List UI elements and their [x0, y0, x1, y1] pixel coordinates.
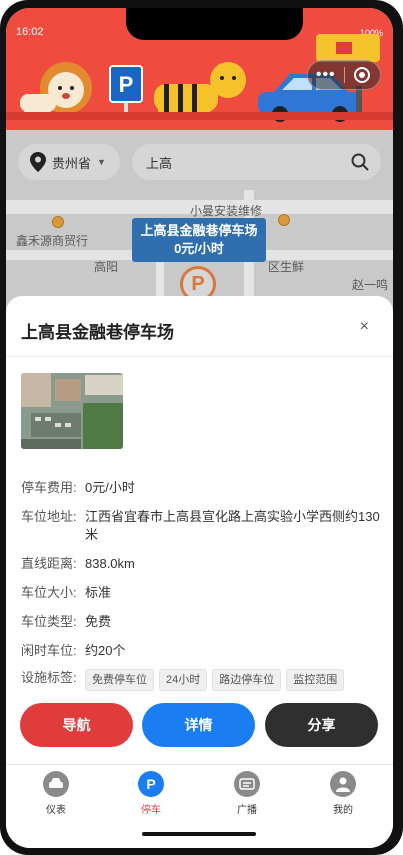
field-label: 车位类型: — [21, 614, 77, 629]
facility-tag: 监控范围 — [286, 669, 345, 691]
field-label: 闲时车位: — [21, 643, 77, 658]
map-label: 区生鲜 — [268, 260, 305, 274]
field-value: 约20个 — [85, 643, 126, 658]
parking-detail-sheet: 上高县金融巷停车场 × 停车费用: 0元/小时 车位地址: 江西省宜春市上高县宣… — [6, 296, 393, 766]
sheet-title: 上高县金融巷停车场 — [21, 323, 174, 342]
facility-tag: 路边停车位 — [212, 669, 282, 691]
search-input[interactable]: 上高 — [132, 144, 381, 180]
tab-label: 广播 — [237, 805, 257, 816]
facility-tag: 24小时 — [159, 669, 208, 691]
close-target-icon[interactable] — [345, 66, 381, 84]
map-poi-marker[interactable] — [278, 214, 290, 226]
more-menu-icon[interactable]: ••• — [308, 61, 344, 89]
tiger-icon — [154, 62, 246, 118]
dropdown-arrow-icon: ▼ — [97, 157, 106, 167]
phone-frame: 16:02 100% P ••• 小曼安装维修 鑫禾源商贸行 高阳 区生鲜 赵一… — [0, 0, 403, 855]
dashboard-icon — [43, 771, 69, 797]
map-label: 高阳 — [94, 260, 119, 274]
field-label: 直线距离: — [21, 556, 77, 571]
tab-profile[interactable]: 我的 — [313, 771, 373, 816]
tab-label: 停车 — [141, 805, 161, 816]
tab-parking[interactable]: P 停车 — [121, 771, 181, 816]
map-label: 赵一鸣 — [352, 278, 389, 292]
tab-broadcast[interactable]: 广播 — [217, 771, 277, 816]
field-label: 车位地址: — [21, 509, 77, 524]
field-label: 停车费用: — [21, 480, 77, 495]
field-value: 0元/小时 — [85, 480, 135, 495]
map-callout[interactable]: 上高县金融巷停车场 0元/小时 — [132, 218, 266, 262]
map-poi-marker[interactable] — [52, 216, 64, 228]
app-screen: 16:02 100% P ••• 小曼安装维修 鑫禾源商贸行 高阳 区生鲜 赵一… — [6, 8, 393, 848]
fee-row: 停车费用: 0元/小时 — [21, 479, 381, 497]
navigate-button[interactable]: 导航 — [20, 703, 133, 747]
tab-label: 仪表 — [46, 805, 66, 816]
address-row: 车位地址: 江西省宜春市上高县宣化路上高实验小学西侧约130米 — [21, 508, 381, 544]
search-query: 上高 — [146, 155, 173, 171]
share-button[interactable]: 分享 — [265, 703, 378, 747]
map-label: 鑫禾源商贸行 — [16, 234, 89, 248]
field-label: 设施标签: — [21, 670, 77, 685]
tab-dashboard[interactable]: 仪表 — [26, 771, 86, 816]
banner-ground — [6, 112, 393, 120]
province-label: 贵州省 — [52, 155, 92, 171]
size-row: 车位大小: 标准 — [21, 584, 381, 602]
distance-row: 直线距离: 838.0km — [21, 555, 381, 573]
device-notch — [126, 8, 303, 40]
location-pin-icon — [30, 152, 46, 172]
svg-text:P: P — [119, 72, 134, 97]
header-banner: 16:02 100% P ••• — [6, 8, 393, 130]
field-value: 标准 — [85, 585, 112, 600]
sheet-divider — [6, 356, 393, 357]
field-label: 车位大小: — [21, 585, 77, 600]
parking-icon: P — [138, 771, 164, 797]
callout-price: 0元/小时 — [174, 241, 224, 256]
search-icon[interactable] — [351, 153, 369, 171]
map-label: 小曼安装维修 — [190, 204, 263, 218]
callout-name: 上高县金融巷停车场 — [140, 223, 258, 238]
parking-lot-photo[interactable] — [21, 373, 123, 449]
province-selector[interactable]: 贵州省 ▼ — [18, 144, 120, 180]
lion-icon — [20, 62, 92, 116]
map-view[interactable]: 小曼安装维修 鑫禾源商贸行 高阳 区生鲜 赵一鸣 贵州省 ▼ 上高 上高县金融巷… — [6, 130, 393, 320]
facility-tag: 免费停车位 — [85, 669, 154, 691]
mini-program-capsule[interactable]: ••• — [307, 60, 381, 90]
search-bar: 贵州省 ▼ 上高 — [18, 144, 381, 180]
tags-row: 设施标签: 免费停车位 24小时 路边停车位 监控范围 — [21, 669, 381, 691]
tab-label: 我的 — [333, 805, 353, 816]
user-icon — [330, 771, 356, 797]
broadcast-icon — [234, 771, 260, 797]
close-icon[interactable]: × — [360, 318, 369, 336]
home-indicator — [142, 832, 256, 836]
parking-sign-icon: P — [109, 65, 143, 118]
field-value: 江西省宜春市上高县宣化路上高实验小学西侧约130米 — [85, 509, 380, 542]
detail-button[interactable]: 详情 — [142, 703, 255, 747]
idle-spaces-row: 闲时车位: 约20个 — [21, 642, 381, 660]
facility-tags: 免费停车位 24小时 路边停车位 监控范围 — [85, 669, 345, 691]
field-value: 838.0km — [85, 556, 135, 571]
type-row: 车位类型: 免费 — [21, 613, 381, 631]
field-value: 免费 — [85, 614, 112, 629]
